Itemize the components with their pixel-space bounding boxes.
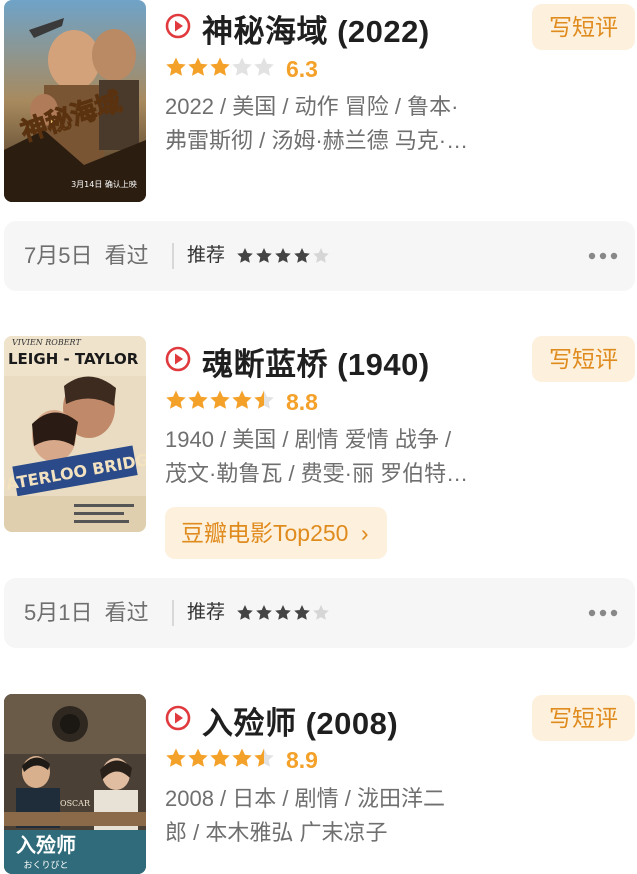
play-icon[interactable] <box>165 705 191 731</box>
poster-waterloo-bridge[interactable]: VIVIEN ROBERT LEIGH - TAYLOR WATERLOO BR… <box>4 336 146 532</box>
movie-title[interactable]: 神秘海域 (2022) <box>202 6 430 51</box>
more-icon[interactable] <box>588 609 618 617</box>
recommend-stars <box>237 248 329 263</box>
star-icon <box>166 390 274 409</box>
poster-departures-image: OSCAR 入殓师 おくりびと <box>4 694 146 874</box>
divider <box>172 243 174 269</box>
movie-info-line1: 2022 / 美国 / 动作 冒险 / 鲁本· <box>165 94 459 119</box>
write-review-button[interactable]: 写短评 <box>532 336 635 382</box>
star-icon <box>237 248 329 263</box>
poster-uncharted[interactable]: 神秘海域 3月14日 确认上映 <box>4 0 146 202</box>
movie-info-line1: 2008 / 日本 / 剧情 / 泷田洋二 <box>165 786 445 811</box>
seen-date: 7月5日 <box>24 243 93 268</box>
rating-stars <box>166 57 274 76</box>
play-icon[interactable] <box>165 346 191 372</box>
movie-info-line2: 弗雷斯彻 / 汤姆·赫兰德 马克·… <box>165 128 469 153</box>
movie-title[interactable]: 魂断蓝桥 (1940) <box>202 339 430 384</box>
rating-stars <box>166 390 274 409</box>
poster-uncharted-date: 3月14日 确认上映 <box>71 179 137 189</box>
top250-tag[interactable]: 豆瓣电影Top250 › <box>165 507 387 559</box>
star-icon <box>166 57 274 76</box>
rating-stars <box>166 748 274 767</box>
movie-info: 1940 / 美国 / 剧情 爱情 战争 / 茂文·勒鲁瓦 / 费雯·丽 罗伯特… <box>165 423 525 491</box>
movie-info: 2008 / 日本 / 剧情 / 泷田洋二 郎 / 本木雅弘 广末凉子 <box>165 782 525 850</box>
play-icon[interactable] <box>165 13 191 39</box>
seen-record-bar[interactable]: 5月1日 看过 推荐 <box>4 578 635 648</box>
movie-info-line2: 茂文·勒鲁瓦 / 费雯·丽 罗伯特… <box>165 461 469 486</box>
star-icon <box>237 605 329 620</box>
poster-departures-badge: OSCAR <box>60 799 91 808</box>
seen-record-bar[interactable]: 7月5日 看过 推荐 <box>4 221 635 291</box>
poster-departures-subtitle: おくりびと <box>23 860 68 871</box>
poster-waterloo-bridge-image: VIVIEN ROBERT LEIGH - TAYLOR WATERLOO BR… <box>4 336 146 532</box>
seen-label: 看过 <box>104 243 149 268</box>
poster-uncharted-image: 神秘海域 3月14日 确认上映 <box>4 0 146 202</box>
seen-record: 5月1日 看过 <box>24 578 149 648</box>
star-icon <box>166 748 274 767</box>
poster-departures[interactable]: OSCAR 入殓师 おくりびと <box>4 694 146 874</box>
movie-info-line1: 1940 / 美国 / 剧情 爱情 战争 / <box>165 427 452 452</box>
seen-label: 看过 <box>104 600 149 625</box>
rating-score: 6.3 <box>286 56 318 82</box>
rating-score: 8.8 <box>286 389 318 415</box>
top250-label: 豆瓣电影Top250 <box>181 520 349 546</box>
rating-score: 8.9 <box>286 747 318 773</box>
chevron-right-icon: › <box>360 520 369 546</box>
movie-info-line2: 郎 / 本木雅弘 广末凉子 <box>165 820 388 845</box>
write-review-button[interactable]: 写短评 <box>532 695 635 741</box>
write-review-button[interactable]: 写短评 <box>532 4 635 50</box>
poster-waterloo-credits: VIVIEN ROBERT <box>12 338 81 347</box>
recommend-label: 推荐 <box>187 245 226 266</box>
seen-record: 7月5日 看过 <box>24 221 149 291</box>
poster-waterloo-stars: LEIGH - TAYLOR <box>8 350 139 368</box>
movie-title[interactable]: 入殓师 (2008) <box>202 698 398 743</box>
divider <box>172 600 174 626</box>
movie-info: 2022 / 美国 / 动作 冒险 / 鲁本· 弗雷斯彻 / 汤姆·赫兰德 马克… <box>165 90 525 158</box>
recommend-stars <box>237 605 329 620</box>
recommend-label: 推荐 <box>187 602 226 623</box>
poster-departures-title: 入殓师 <box>16 833 76 857</box>
more-icon[interactable] <box>588 252 618 260</box>
seen-date: 5月1日 <box>24 600 93 625</box>
